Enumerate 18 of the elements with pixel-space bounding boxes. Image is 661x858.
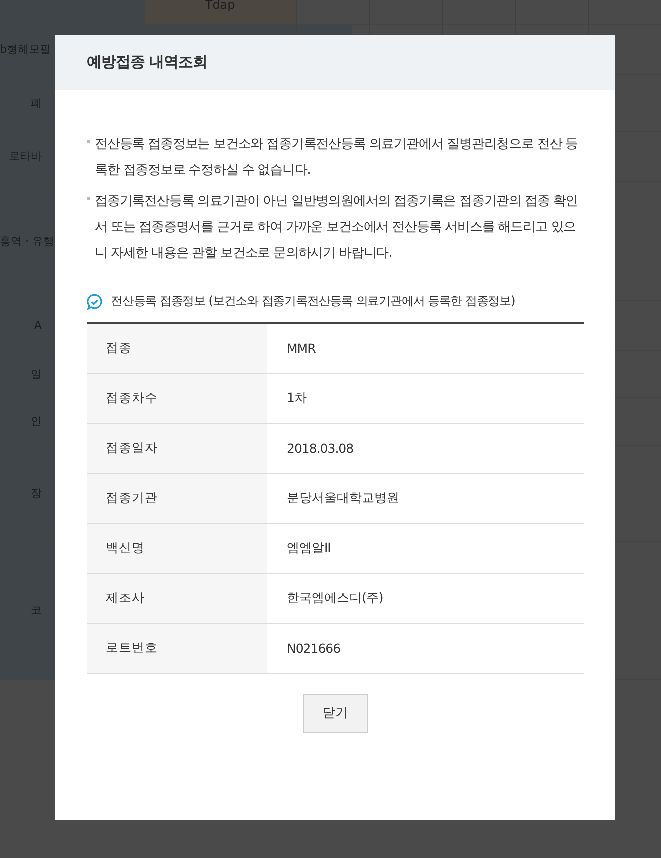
close-button[interactable]: 닫기 <box>303 694 368 732</box>
table-cell: 한국엠에스디(주) <box>267 573 584 623</box>
table-header-cell: 제조사 <box>87 573 267 623</box>
table-cell: 1차 <box>267 373 584 423</box>
table-header-cell: 접종차수 <box>87 373 267 423</box>
table-header-cell: 접종 <box>87 323 267 373</box>
table-header-cell: 접종기관 <box>87 473 267 523</box>
table-header-cell: 접종일자 <box>87 423 267 473</box>
bullet-icon <box>87 140 90 143</box>
table-cell: N021666 <box>267 623 584 673</box>
table-header-cell: 로트번호 <box>87 623 267 673</box>
table-cell: 2018.03.08 <box>267 423 584 473</box>
table-cell: MMR <box>267 323 584 373</box>
table-cell: 엠엠알II <box>267 523 584 573</box>
bullet-icon <box>87 197 90 200</box>
table-header-cell: 백신명 <box>87 523 267 573</box>
chat-check-icon <box>87 294 103 310</box>
table-cell: 분당서울대학교병원 <box>267 473 584 523</box>
